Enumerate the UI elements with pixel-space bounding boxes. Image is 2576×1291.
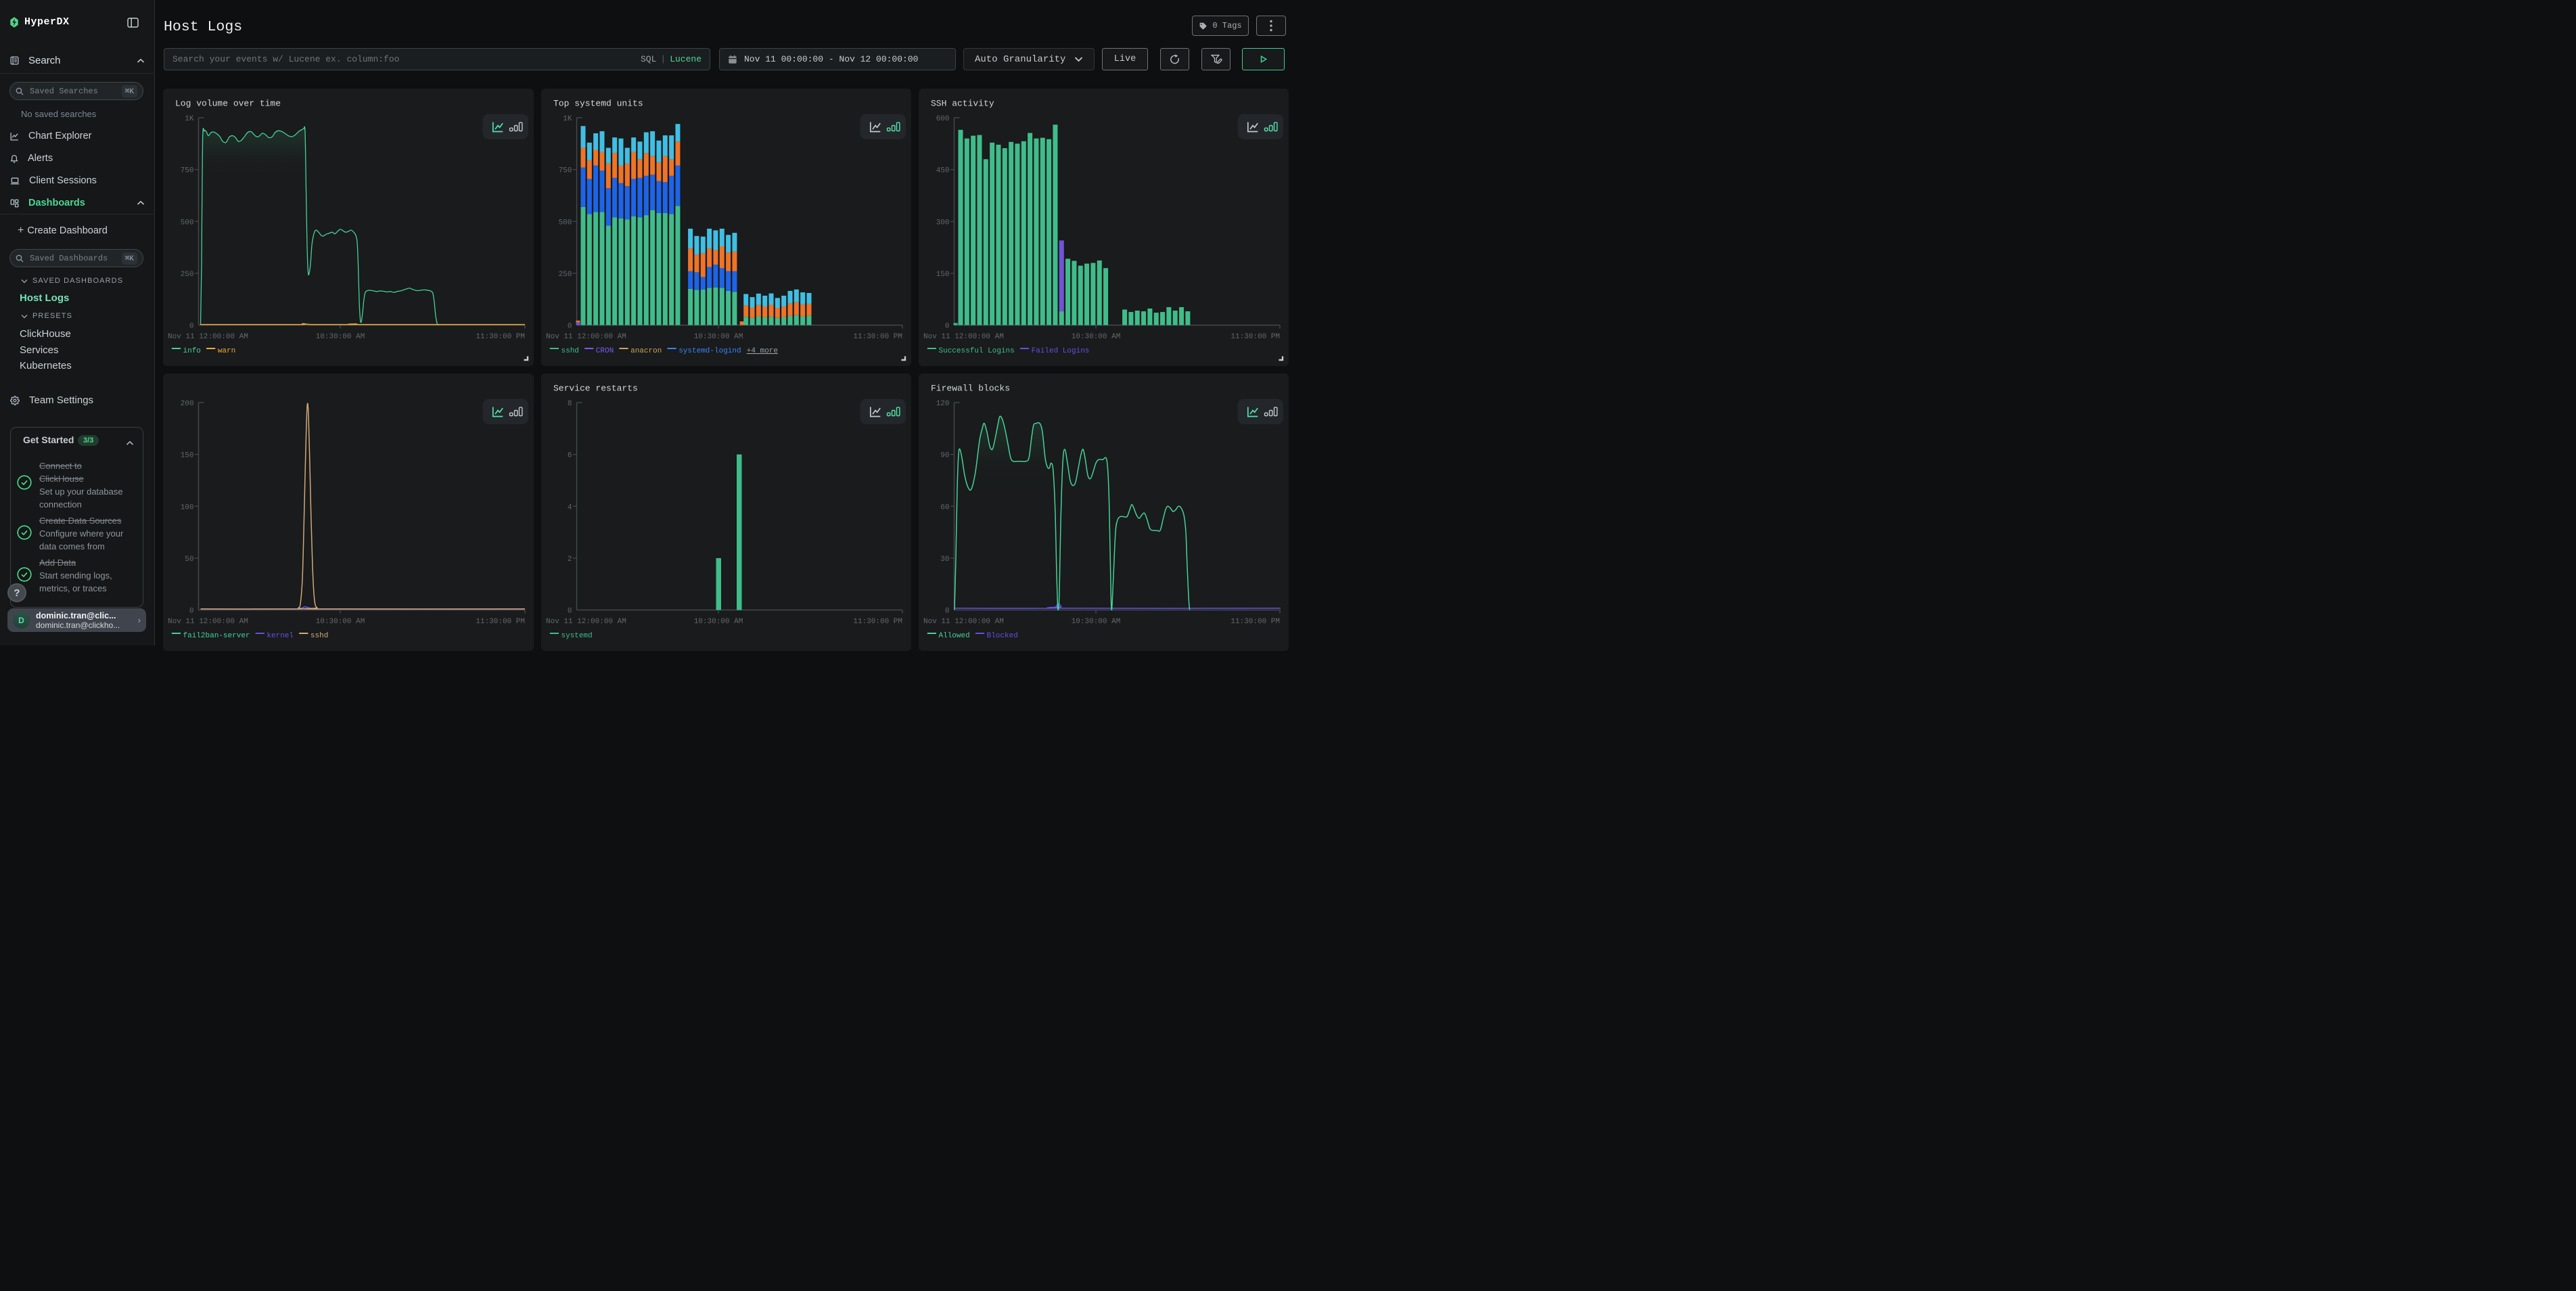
svg-text:sshd: sshd bbox=[310, 632, 328, 640]
svg-text:11:30:00 PM: 11:30:00 PM bbox=[1230, 333, 1280, 341]
svg-text:60: 60 bbox=[940, 503, 949, 512]
svg-text:10:30:00 AM: 10:30:00 AM bbox=[694, 618, 743, 626]
svg-text:600: 600 bbox=[936, 115, 950, 123]
svg-text:anacron: anacron bbox=[630, 347, 662, 355]
svg-text:info: info bbox=[183, 347, 201, 355]
svg-text:10:30:00 AM: 10:30:00 AM bbox=[1072, 618, 1121, 626]
svg-text:sshd: sshd bbox=[561, 347, 579, 355]
svg-text:250: 250 bbox=[181, 271, 194, 279]
svg-text:11:30:00 PM: 11:30:00 PM bbox=[853, 618, 902, 626]
svg-text:750: 750 bbox=[559, 167, 572, 175]
svg-text:0: 0 bbox=[189, 323, 194, 331]
svg-text:11:30:00 PM: 11:30:00 PM bbox=[1230, 618, 1280, 626]
svg-text:11:30:00 PM: 11:30:00 PM bbox=[476, 333, 525, 341]
svg-text:10:30:00 AM: 10:30:00 AM bbox=[1072, 333, 1121, 341]
svg-text:kernel: kernel bbox=[267, 632, 294, 640]
svg-text:Successful Logins: Successful Logins bbox=[939, 347, 1015, 355]
svg-text:fail2ban-server: fail2ban-server bbox=[183, 632, 250, 640]
svg-text:systemd-logind: systemd-logind bbox=[678, 347, 741, 355]
svg-text:SSH activity: SSH activity bbox=[931, 99, 994, 109]
svg-text:Nov 11 12:00:00 AM: Nov 11 12:00:00 AM bbox=[546, 333, 626, 341]
svg-text:10:30:00 AM: 10:30:00 AM bbox=[694, 333, 743, 341]
svg-text:warn: warn bbox=[218, 347, 235, 355]
svg-text:10:30:00 AM: 10:30:00 AM bbox=[316, 333, 365, 341]
svg-text:Blocked: Blocked bbox=[987, 632, 1018, 640]
svg-text:1K: 1K bbox=[185, 115, 194, 123]
svg-text:0: 0 bbox=[945, 323, 950, 331]
svg-text:0: 0 bbox=[945, 607, 950, 615]
svg-text:50: 50 bbox=[185, 555, 193, 563]
svg-text:0: 0 bbox=[568, 607, 572, 615]
svg-text:2: 2 bbox=[568, 555, 572, 563]
svg-text:Service restarts: Service restarts bbox=[553, 383, 638, 393]
svg-text:Failed Logins: Failed Logins bbox=[1032, 347, 1090, 355]
svg-text:Nov 11 12:00:00 AM: Nov 11 12:00:00 AM bbox=[168, 618, 248, 626]
svg-text:120: 120 bbox=[936, 400, 950, 408]
svg-text:Nov 11 12:00:00 AM: Nov 11 12:00:00 AM bbox=[923, 618, 1004, 626]
svg-text:6: 6 bbox=[568, 451, 572, 459]
svg-text:Allowed: Allowed bbox=[939, 632, 970, 640]
svg-text:0: 0 bbox=[189, 607, 194, 615]
svg-text:Nov 11 12:00:00 AM: Nov 11 12:00:00 AM bbox=[168, 333, 248, 341]
svg-text:200: 200 bbox=[181, 400, 194, 408]
svg-text:10:30:00 AM: 10:30:00 AM bbox=[316, 618, 365, 626]
svg-text:500: 500 bbox=[559, 219, 572, 227]
svg-text:500: 500 bbox=[181, 219, 194, 227]
svg-text:250: 250 bbox=[559, 271, 572, 279]
svg-text:CRON: CRON bbox=[596, 347, 614, 355]
svg-text:750: 750 bbox=[181, 167, 194, 175]
svg-text:150: 150 bbox=[181, 451, 194, 459]
svg-text:Top systemd units: Top systemd units bbox=[553, 99, 643, 109]
svg-text:300: 300 bbox=[936, 219, 950, 227]
svg-text:90: 90 bbox=[940, 451, 949, 459]
svg-text:Nov 11 12:00:00 AM: Nov 11 12:00:00 AM bbox=[546, 618, 626, 626]
svg-text:11:30:00 PM: 11:30:00 PM bbox=[853, 333, 902, 341]
svg-text:Log volume over time: Log volume over time bbox=[175, 99, 281, 109]
svg-text:100: 100 bbox=[181, 503, 194, 512]
svg-text:systemd: systemd bbox=[561, 632, 593, 640]
svg-text:450: 450 bbox=[936, 167, 950, 175]
svg-text:150: 150 bbox=[936, 271, 950, 279]
svg-text:Firewall blocks: Firewall blocks bbox=[931, 383, 1010, 393]
svg-text:11:30:00 PM: 11:30:00 PM bbox=[476, 618, 525, 626]
svg-text:1K: 1K bbox=[563, 115, 572, 123]
svg-text:4: 4 bbox=[568, 503, 572, 512]
svg-text:30: 30 bbox=[940, 555, 949, 563]
svg-text:0: 0 bbox=[568, 323, 572, 331]
svg-text:8: 8 bbox=[568, 400, 572, 408]
svg-text:+4 more: +4 more bbox=[747, 347, 778, 355]
svg-text:Nov 11 12:00:00 AM: Nov 11 12:00:00 AM bbox=[923, 333, 1004, 341]
